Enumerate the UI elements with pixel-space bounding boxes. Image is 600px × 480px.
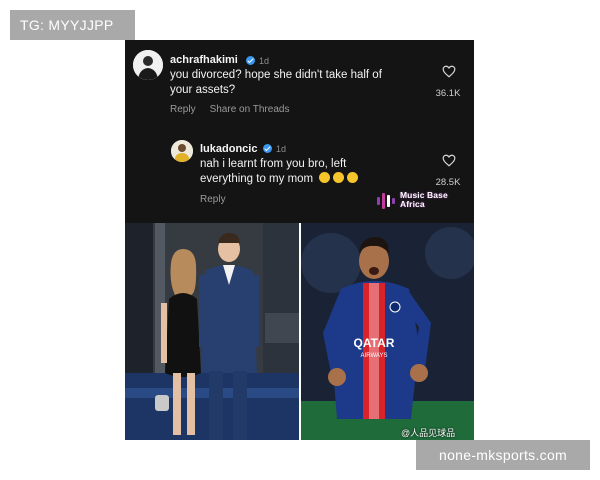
couple-photo [125, 223, 299, 440]
comment-text-line: everything to my mom [200, 172, 359, 187]
comment-timestamp: 1d [259, 56, 270, 66]
meme-post: achrafhakimi 1d you divorced? hope she d… [125, 40, 474, 440]
watermark-line: Africa [400, 199, 425, 209]
laughing-emoji-icon [347, 172, 359, 183]
comment-lukadoncic: lukadoncic 1d nah i learnt from you bro,… [125, 132, 474, 223]
share-on-threads-button[interactable]: Share on Threads [210, 104, 290, 115]
heart-icon[interactable] [442, 154, 456, 167]
like-count: 36.1K [435, 88, 461, 99]
avatar-image [171, 140, 193, 162]
comment-text: you divorced? hope she didn't take half … [170, 68, 382, 98]
heart-icon[interactable] [442, 65, 456, 78]
comment-thread: achrafhakimi 1d you divorced? hope she d… [125, 40, 474, 223]
avatar-image [133, 50, 163, 80]
comment-actions: Reply [200, 194, 240, 205]
reply-button[interactable]: Reply [170, 104, 196, 115]
comment-timestamp: 1d [276, 144, 287, 154]
tg-channel-badge: TG: MYYJJPP [10, 10, 135, 40]
comment-text-line: nah i learnt from you bro, left [200, 158, 347, 170]
comment-achrafhakimi: achrafhakimi 1d you divorced? hope she d… [125, 40, 474, 130]
photo-watermark: @人品见球品 [401, 428, 456, 438]
reply-button[interactable]: Reply [200, 194, 226, 205]
jersey-sponsor-text: QATAR [354, 336, 395, 350]
sound-wave-logo-icon [377, 193, 395, 209]
site-badge: none-mksports.com [416, 440, 590, 470]
player-photo-illustration: QATAR AIRWAYS [301, 223, 474, 440]
club-crest-icon [389, 301, 401, 313]
verified-badge-icon [246, 56, 255, 65]
verified-badge-icon [263, 144, 272, 153]
comment-text: nah i learnt from you bro, left everythi… [200, 157, 359, 187]
comment-username[interactable]: achrafhakimi [170, 54, 238, 66]
laughing-emoji-icon [319, 172, 331, 183]
watermark-text: Music Base Africa [400, 191, 448, 209]
comment-actions: Reply Share on Threads [170, 104, 303, 115]
laughing-emoji-icon [333, 172, 345, 183]
comment-text-fragment: everything to my mom [200, 173, 314, 185]
like-count: 28.5K [435, 177, 461, 188]
player-celebration-photo: QATAR AIRWAYS [301, 223, 474, 440]
comment-username[interactable]: lukadoncic [200, 143, 257, 155]
jersey-sponsor-subtext: AIRWAYS [361, 353, 388, 359]
comment-text-line: you divorced? hope she didn't take half … [170, 69, 382, 81]
couple-photo-illustration [125, 223, 299, 440]
comment-text-line: your assets? [170, 84, 236, 96]
avatar[interactable] [171, 140, 193, 162]
avatar[interactable] [133, 50, 163, 80]
